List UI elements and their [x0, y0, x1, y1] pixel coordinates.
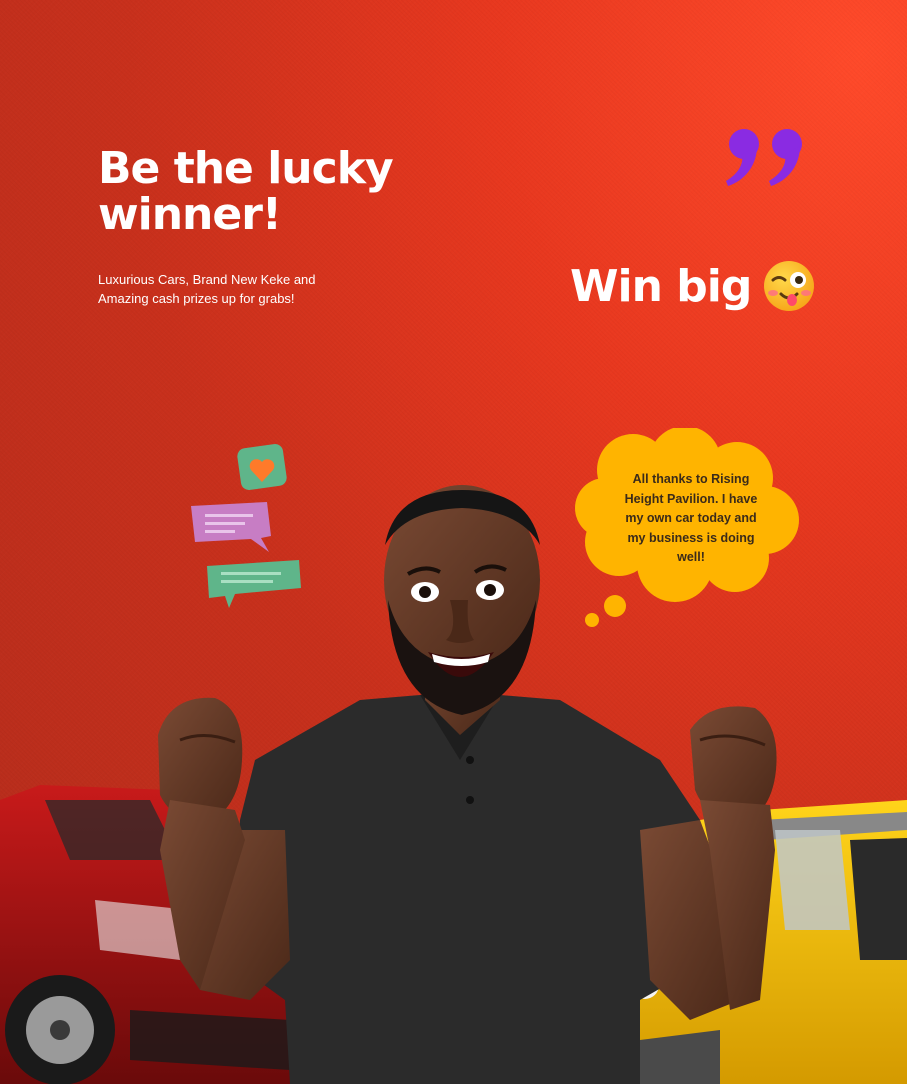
promo-banner: Be the lucky winner! Luxurious Cars, Bra…	[0, 0, 907, 1084]
promo-photo	[0, 485, 907, 1084]
excited-man	[158, 485, 777, 1084]
